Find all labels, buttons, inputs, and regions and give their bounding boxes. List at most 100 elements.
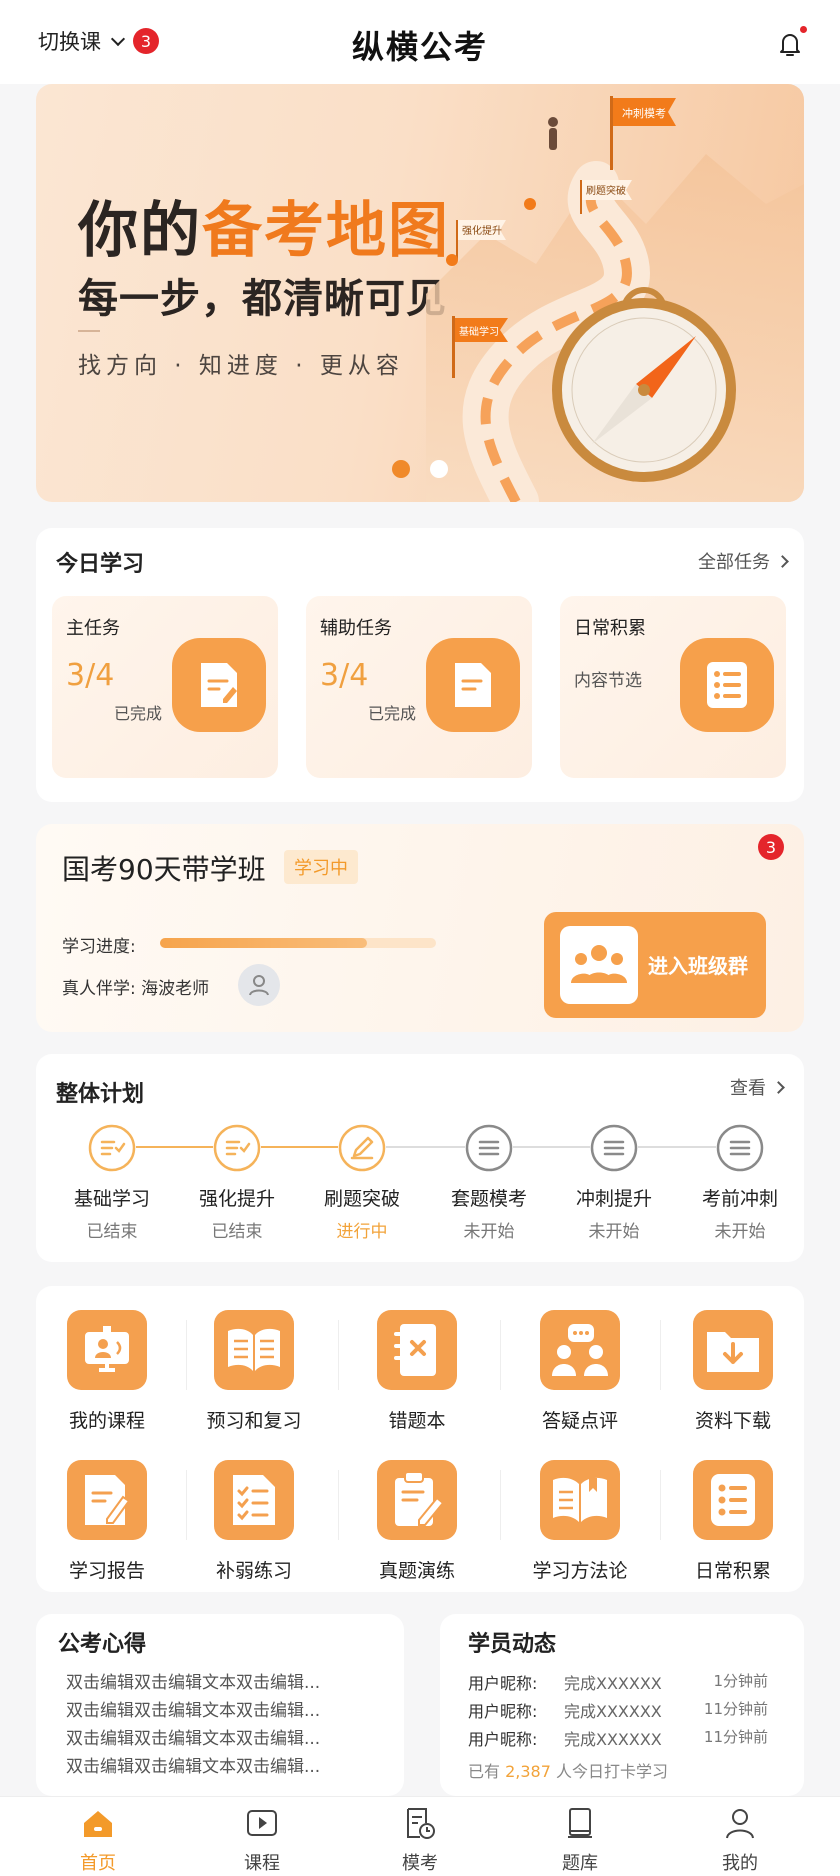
chevron-right-icon (772, 1080, 785, 1094)
tool-label: 预习和复习 (206, 1410, 302, 1432)
task-daily[interactable]: 日常积累 内容节选 (560, 596, 786, 778)
compass-road-illustration: 冲刺模考 刷题突破 强化提升 基础学习 (426, 96, 804, 502)
tab-label: 首页 (80, 1853, 116, 1874)
svg-text:刷题突破: 刷题突破 (586, 184, 626, 197)
user-icon (726, 1809, 754, 1839)
mentor-avatar[interactable] (238, 964, 280, 1006)
checkin-prefix: 已有 (468, 1762, 501, 1781)
task-sub: 内容节选 (574, 671, 642, 691)
experience-line[interactable]: 双击编辑双击编辑文本双击编辑... (66, 1752, 320, 1777)
tab-label: 我的 (722, 1853, 758, 1874)
tab-mine[interactable]: 我的 (690, 1805, 790, 1875)
activity-time: 11分钟前 (703, 1728, 768, 1746)
clipboard-pen-icon (377, 1460, 457, 1540)
list-icon (693, 1460, 773, 1540)
task-count: 3/4 (66, 658, 115, 693)
tool-item[interactable]: 资料下载 (658, 1310, 808, 1433)
stage-done-icon (88, 1124, 136, 1172)
plan-stage[interactable]: 刷题突破 进行中 (299, 1120, 425, 1242)
task-name: 辅助任务 (320, 618, 392, 639)
tool-item[interactable]: 学习报告 (32, 1460, 182, 1583)
plan-view-label: 查看 (730, 1078, 766, 1099)
tool-label: 资料下载 (694, 1410, 771, 1432)
banner-divider (78, 330, 100, 332)
tool-label: 错题本 (388, 1410, 446, 1432)
join-group-label: 进入班级群 (648, 954, 748, 978)
progress-label: 学习进度: (62, 937, 136, 957)
checklist-icon (214, 1460, 294, 1540)
carousel-dot-1[interactable] (392, 460, 410, 478)
tool-item[interactable]: 错题本 (342, 1310, 492, 1433)
tool-item[interactable]: 我的课程 (32, 1310, 182, 1433)
tool-item[interactable]: 学习方法论 (505, 1460, 655, 1583)
today-study-title: 今日学习 (56, 552, 145, 577)
tab-question-bank[interactable]: 题库 (530, 1805, 630, 1875)
experience-line[interactable]: 双击编辑双击编辑文本双击编辑... (66, 1724, 320, 1749)
activity-content: 完成XXXXXX (564, 1730, 662, 1749)
plan-stage[interactable]: 强化提升 已结束 (174, 1120, 300, 1242)
tool-item[interactable]: 日常积累 (658, 1460, 808, 1583)
plan-title: 整体计划 (56, 1082, 145, 1107)
experience-line[interactable]: 双击编辑双击编辑文本双击编辑... (66, 1668, 320, 1693)
plan-stage[interactable]: 基础学习 已结束 (49, 1120, 175, 1242)
tab-label: 题库 (562, 1853, 598, 1874)
wrong-notebook-icon (377, 1310, 457, 1390)
bell-icon[interactable] (774, 28, 806, 60)
checkin-suffix: 人今日打卡学习 (556, 1762, 669, 1781)
carousel-dot-2[interactable] (430, 460, 448, 478)
experience-line[interactable]: 双击编辑双击编辑文本双击编辑... (66, 1696, 320, 1721)
stage-name: 冲刺提升 (575, 1188, 652, 1210)
top-bar: 切换课 3 纵横公考 (0, 0, 840, 84)
activity-user: 用户昵称: (468, 1674, 538, 1693)
all-tasks-link[interactable]: 全部任务 (698, 548, 789, 574)
tab-mock-exam[interactable]: 模考 (370, 1805, 470, 1875)
tool-item[interactable]: 补弱练习 (179, 1460, 329, 1583)
stage-todo-icon (590, 1124, 638, 1172)
exam-clock-icon (407, 1808, 435, 1839)
stage-name: 强化提升 (198, 1188, 275, 1210)
svg-text:冲刺模考: 冲刺模考 (622, 106, 666, 120)
edit-doc-icon (172, 638, 266, 732)
notification-dot (800, 26, 807, 33)
mentor-label: 真人伴学: 海波老师 (62, 979, 210, 999)
grid-divider (186, 1470, 187, 1540)
checkin-summary: 已有 2,387 人今日打卡学习 (468, 1758, 668, 1782)
class-status-tag: 学习中 (284, 850, 358, 884)
class-card[interactable]: 国考90天带学班 学习中 3 学习进度: 真人伴学: 海波老师 进入班级群 (36, 824, 804, 1032)
flag-sprint: 冲刺模考 (610, 96, 676, 170)
books-icon (568, 1808, 592, 1838)
experience-card: 公考心得 双击编辑双击编辑文本双击编辑... 双击编辑双击编辑文本双击编辑...… (36, 1614, 404, 1796)
hero-banner[interactable]: 你的备考地图 每一步，都清晰可见 找方向 · 知进度 · 更从容 冲刺模考 刷题… (36, 84, 804, 502)
plan-stage[interactable]: 考前冲刺 未开始 (677, 1120, 803, 1242)
plan-view-link[interactable]: 查看 (730, 1074, 785, 1100)
activity-card: 学员动态 用户昵称: 完成XXXXXX 1分钟前 用户昵称: 完成XXXXXX … (440, 1614, 804, 1796)
stage-status: 未开始 (588, 1222, 640, 1242)
tool-label: 学习报告 (68, 1560, 145, 1582)
stage-name: 基础学习 (73, 1188, 150, 1210)
tab-label: 课程 (244, 1853, 280, 1874)
plan-stage[interactable]: 套题模考 未开始 (426, 1120, 552, 1242)
video-course-icon (67, 1310, 147, 1390)
banner-headline: 你的备考地图 (78, 196, 450, 266)
task-aux[interactable]: 辅助任务 3/4 已完成 (306, 596, 532, 778)
stage-done-icon (213, 1124, 261, 1172)
bottom-tab-bar: 首页 课程 模考 题库 我的 (0, 1796, 840, 1876)
folder-download-icon (693, 1310, 773, 1390)
stage-status: 已结束 (86, 1222, 138, 1242)
tab-course[interactable]: 课程 (212, 1805, 312, 1875)
tab-home[interactable]: 首页 (48, 1805, 148, 1875)
progress-bar-fill (160, 938, 367, 948)
tool-label: 真题演练 (378, 1560, 455, 1582)
tool-item[interactable]: 答疑点评 (505, 1310, 655, 1433)
tool-item[interactable]: 预习和复习 (179, 1310, 329, 1433)
qa-chat-icon (540, 1310, 620, 1390)
plan-stage[interactable]: 冲刺提升 未开始 (551, 1120, 677, 1242)
list-icon (680, 638, 774, 732)
tool-label: 学习方法论 (532, 1560, 628, 1582)
stage-status: 未开始 (714, 1222, 766, 1242)
report-icon (67, 1460, 147, 1540)
all-tasks-label: 全部任务 (698, 552, 770, 573)
task-main[interactable]: 主任务 3/4 已完成 (52, 596, 278, 778)
join-class-group-button[interactable]: 进入班级群 (544, 912, 766, 1018)
tool-item[interactable]: 真题演练 (342, 1460, 492, 1583)
